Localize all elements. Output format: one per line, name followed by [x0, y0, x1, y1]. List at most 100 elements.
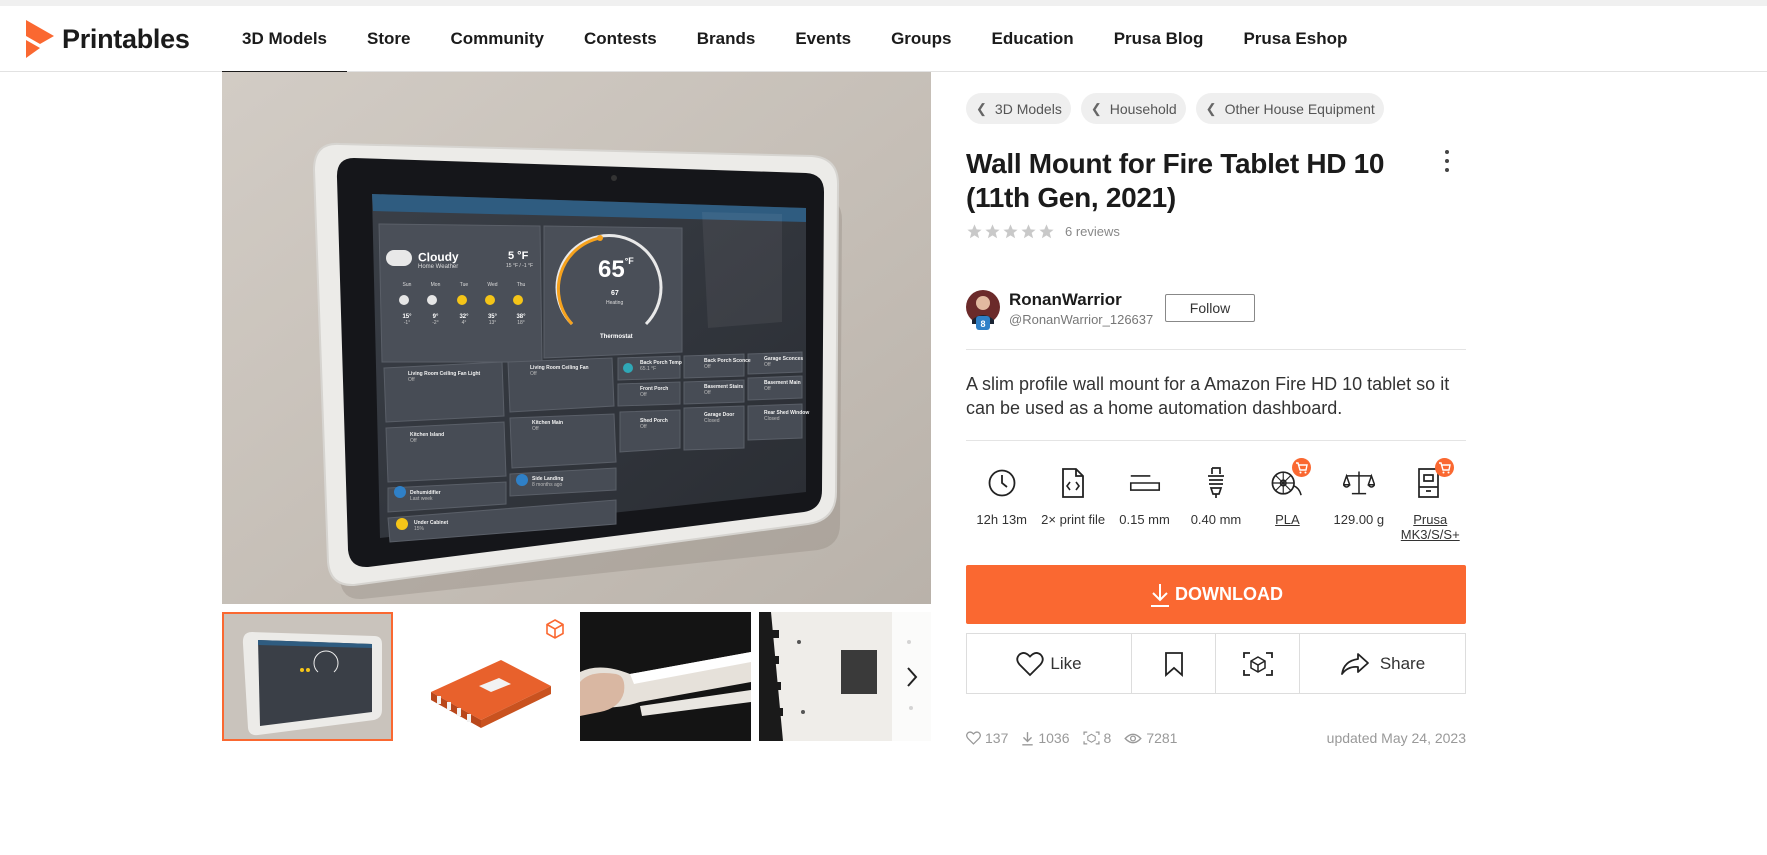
screen-tile: Basement Stairs Off [704, 384, 743, 396]
tile-state: Off [410, 438, 417, 444]
thumbnail-2[interactable] [401, 612, 572, 741]
chevron-left-icon: ❮ [976, 100, 987, 116]
nav-3d-models[interactable]: 3D Models [222, 6, 348, 73]
nav-prusa-blog[interactable]: Prusa Blog [1094, 6, 1224, 72]
scale-icon [1342, 471, 1375, 495]
nav-community[interactable]: Community [431, 6, 565, 72]
screen-tile: Shed Porch Off [640, 418, 668, 430]
eye-icon [1124, 733, 1143, 743]
param-material[interactable]: PLA [1252, 458, 1323, 548]
param-label: 129.00 g [1333, 512, 1385, 527]
main-photo[interactable]: Cloudy Home Weather 5 °F 15 °F / -1 °F S… [222, 72, 931, 604]
clock-icon [988, 469, 1016, 497]
heart-icon [1016, 651, 1045, 676]
thumbnail-3-image [580, 612, 751, 741]
heart-icon [966, 731, 981, 745]
likes-value: 137 [985, 730, 1009, 746]
nav-contests[interactable]: Contests [564, 6, 677, 72]
printables-logo-icon [26, 20, 54, 58]
share-label: Share [1379, 653, 1426, 673]
param-label[interactable]: PLA [1275, 512, 1300, 527]
screen-tile: Dehumidifier Last week [410, 490, 441, 502]
share-button[interactable]: Share [1300, 634, 1465, 693]
star-icon [1003, 224, 1018, 239]
divider [966, 440, 1466, 441]
tile-state: Off [704, 364, 711, 370]
tile-state: Off [764, 362, 771, 368]
screen-tile: Living Room Ceiling Fan Light Off [408, 371, 480, 383]
author-handle: @RonanWarrior_126637 [1009, 312, 1154, 327]
param-nozzle: 0.40 mm [1180, 458, 1251, 548]
top-navbar: Printables 3D Models Store Community Con… [0, 6, 1767, 73]
screen-tile: Front Porch Off [640, 386, 668, 398]
main-nav: 3D Models Store Community Contests Brand… [222, 6, 1367, 73]
param-printer[interactable]: Prusa MK3/S/S+ [1395, 458, 1466, 548]
nav-education[interactable]: Education [972, 6, 1094, 72]
model-description: A slim profile wall mount for a Amazon F… [966, 374, 1450, 418]
nav-brands[interactable]: Brands [677, 6, 776, 72]
breadcrumb-3d-models[interactable]: ❮ 3D Models [966, 93, 1071, 124]
thumbnail-next-button[interactable] [892, 612, 931, 741]
thumbnail-strip [222, 612, 931, 741]
screen-tile-labels: Living Room Ceiling Fan Light Off Living … [222, 72, 931, 604]
param-label: 12h 13m [976, 512, 1027, 527]
cart-icon[interactable] [1434, 458, 1454, 477]
thumbnail-3[interactable] [580, 612, 751, 741]
tile-state: Closed [704, 418, 720, 424]
like-label: Like [1050, 653, 1082, 673]
breadcrumb-label: 3D Models [994, 100, 1062, 117]
3d-view-icon [546, 619, 564, 639]
tile-name: Back Porch Sconce [704, 358, 751, 364]
cart-icon[interactable] [1291, 458, 1311, 477]
breadcrumb-other-house-equipment[interactable]: ❮ Other House Equipment [1195, 93, 1384, 124]
tile-state: Off [640, 392, 647, 398]
make-scan-icon [1082, 731, 1100, 745]
nav-store[interactable]: Store [347, 6, 430, 72]
printables-logo[interactable]: Printables [26, 20, 190, 58]
share-icon [1340, 652, 1369, 675]
downloads-count: 1036 [1021, 730, 1070, 746]
thumbnail-1-image [242, 632, 382, 736]
star-icon [1039, 224, 1054, 239]
bookmark-icon [1164, 651, 1183, 677]
download-button[interactable]: DOWNLOAD [966, 565, 1466, 624]
brand-name: Printables [62, 23, 190, 54]
breadcrumb-household[interactable]: ❮ Household [1080, 93, 1186, 124]
more-options-icon[interactable] [1440, 148, 1454, 174]
breadcrumb: ❮ 3D Models ❮ Household ❮ Other House Equip… [966, 93, 1384, 124]
avatar[interactable]: 8 [966, 290, 1000, 330]
tile-state: 65.1 °F [640, 366, 657, 372]
author-block: 8 RonanWarrior @RonanWarrior_126637 Foll… [966, 289, 1466, 333]
tile-state: Off [530, 371, 537, 377]
action-bar: Like Share [966, 633, 1466, 694]
screen-tile: Back Porch Sconce Off [704, 358, 751, 370]
tile-state: Off [704, 390, 711, 396]
thumbnail-1[interactable] [222, 612, 393, 741]
tile-name: Living Room Ceiling Fan [530, 365, 589, 371]
param-print-time: 12h 13m [966, 458, 1037, 548]
download-label: DOWNLOAD [1175, 584, 1283, 604]
download-icon [1151, 583, 1169, 607]
follow-button[interactable]: Follow [1165, 294, 1255, 322]
screen-tile: Side Landing 8 months ago [532, 476, 563, 488]
views-value: 7281 [1146, 730, 1178, 746]
star-icon [967, 224, 982, 239]
nav-prusa-eshop[interactable]: Prusa Eshop [1223, 6, 1367, 72]
star-icon [985, 224, 1000, 239]
file-code-icon [1062, 468, 1085, 498]
reviews-link[interactable]: 6 reviews [1065, 224, 1120, 239]
nav-events[interactable]: Events [775, 6, 871, 72]
param-label[interactable]: Prusa MK3/S/S+ [1395, 512, 1466, 542]
like-button[interactable]: Like [967, 634, 1132, 693]
param-label: 0.40 mm [1190, 512, 1242, 527]
bookmark-button[interactable] [1132, 634, 1216, 693]
make-button[interactable] [1216, 634, 1300, 693]
star-rating[interactable] [966, 223, 1055, 240]
author-level-badge: 8 [980, 319, 985, 329]
author-name[interactable]: RonanWarrior [1009, 290, 1122, 310]
views-count: 7281 [1124, 730, 1177, 746]
chevron-right-icon [906, 666, 917, 687]
screen-tile: Basement Main Off [764, 380, 801, 392]
nav-groups[interactable]: Groups [871, 6, 971, 72]
screen-tile: Garage Sconces Off [764, 356, 803, 368]
